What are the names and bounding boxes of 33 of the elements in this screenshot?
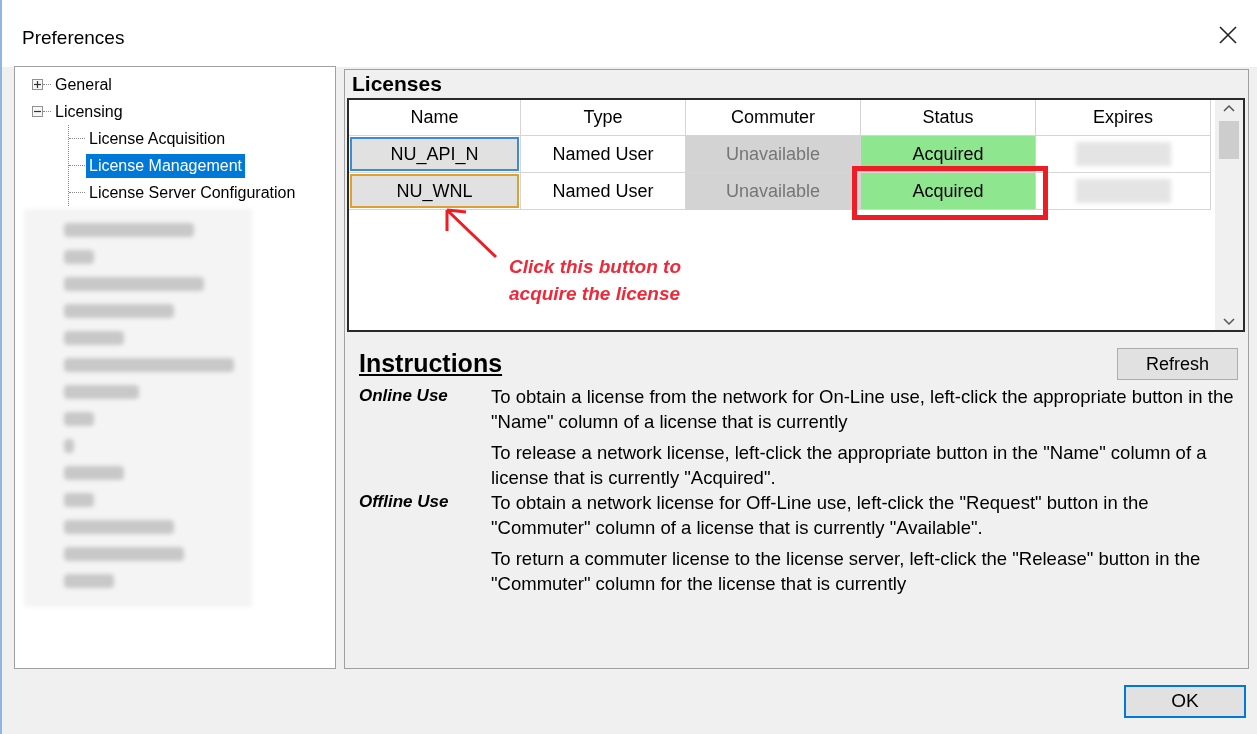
close-icon[interactable] [1219, 26, 1237, 44]
expand-icon[interactable] [32, 79, 43, 90]
scrollbar-thumb[interactable] [1219, 121, 1239, 159]
section-label: Online Use [359, 385, 449, 407]
column-header[interactable]: Type [521, 100, 686, 136]
license-name-button[interactable]: NU_WNL [350, 174, 519, 208]
annotation-text: Click this button to acquire the license [509, 255, 683, 306]
ok-button[interactable]: OK [1124, 685, 1246, 718]
refresh-button[interactable]: Refresh [1117, 348, 1238, 380]
tree-item[interactable]: Licensing [52, 99, 126, 124]
section-label: Offline Use [359, 491, 450, 513]
tree-item[interactable]: License Server Configuration [86, 180, 299, 205]
table-cell: Unavailable [686, 136, 861, 173]
scroll-up-icon[interactable] [1223, 104, 1235, 112]
collapse-icon[interactable] [32, 106, 43, 117]
column-header[interactable]: Name [349, 100, 521, 136]
license-name-button[interactable]: NU_API_N [350, 137, 519, 171]
instruction-text: To release a network license, left-click the appropriate button in the "Name" column of a license that is currently "Acquired". [491, 441, 1208, 490]
scrollbar[interactable] [1215, 100, 1243, 330]
instruction-text: To return a commuter license to the license server, left-click the "Release" button in the "Commuter" column for the license that is currently [491, 547, 1202, 596]
status-cell: Acquired [861, 173, 1036, 210]
instruction-text: To obtain a network license for Off-Line use, left-click the "Request" button in the "Commuter" column of a license that is currently "Available". [491, 491, 1150, 540]
annotation-arrow [444, 207, 499, 259]
tree-item[interactable]: License Management [86, 153, 245, 178]
window-title: Preferences [22, 26, 125, 50]
scroll-down-icon[interactable] [1223, 318, 1235, 326]
instruction-text: To obtain a license from the network for On-Line use, left-click the appropriate button in the "Name" column of a license that is currently [491, 385, 1235, 434]
section-heading: Licenses [351, 71, 443, 97]
column-header[interactable]: Expires [1036, 100, 1211, 136]
tree-item[interactable]: General [52, 72, 115, 97]
table-cell: Unavailable [686, 173, 861, 210]
tree-item[interactable]: License Acquisition [86, 126, 229, 151]
section-heading: Instructions [359, 348, 503, 378]
